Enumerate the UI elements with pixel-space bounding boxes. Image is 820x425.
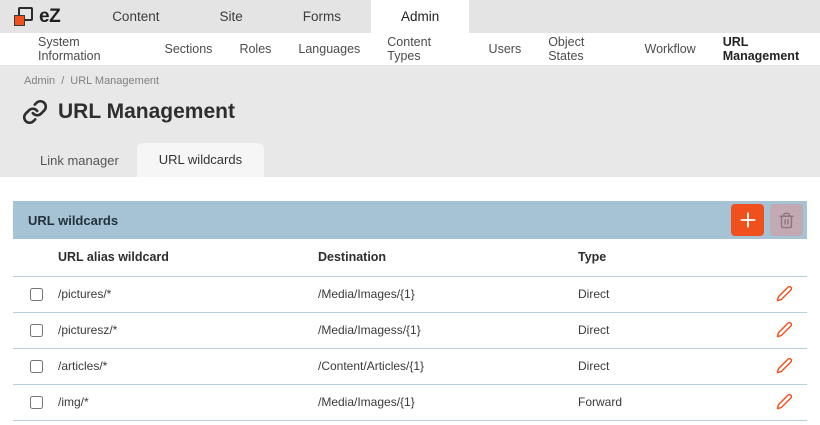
add-wildcard-button[interactable] — [731, 204, 764, 236]
top-nav-forms[interactable]: Forms — [273, 0, 371, 33]
breadcrumb-separator: / — [61, 75, 64, 87]
url-wildcards-table: URL alias wildcard Destination Type /pic… — [13, 239, 807, 421]
edit-pencil-icon[interactable] — [776, 357, 793, 377]
cell-type: Forward — [578, 384, 762, 420]
subnav-roles[interactable]: Roles — [239, 35, 271, 64]
subnav-languages[interactable]: Languages — [298, 35, 360, 64]
table-row: /articles/* /Content/Articles/{1} Direct — [13, 348, 807, 384]
edit-pencil-icon[interactable] — [776, 393, 793, 413]
page-title: URL Management — [58, 100, 235, 124]
top-nav-site[interactable]: Site — [189, 0, 272, 33]
table-row: /img/* /Media/Images/{1} Forward — [13, 384, 807, 420]
edit-pencil-icon[interactable] — [776, 285, 793, 305]
cell-destination: /Content/Articles/{1} — [318, 348, 578, 384]
delete-wildcard-button[interactable] — [770, 204, 803, 236]
logo-text: eZ — [39, 6, 60, 28]
tab-link-manager[interactable]: Link manager — [22, 145, 137, 177]
page-header: Admin / URL Management URL Management Li… — [0, 65, 820, 177]
column-header-type: Type — [578, 239, 762, 276]
ez-logo-icon — [14, 7, 35, 26]
column-header-url-alias-wildcard: URL alias wildcard — [58, 239, 318, 276]
admin-sub-nav: System Information Sections Roles Langua… — [0, 33, 820, 65]
cell-wildcard: /pictures/* — [58, 276, 318, 312]
edit-pencil-icon[interactable] — [776, 321, 793, 341]
subnav-users[interactable]: Users — [489, 35, 522, 64]
cell-destination: /Media/Images/{1} — [318, 384, 578, 420]
trash-icon — [778, 212, 795, 229]
cell-type: Direct — [578, 348, 762, 384]
table-row: /picturesz/* /Media/Imagess/{1} Direct — [13, 312, 807, 348]
link-icon — [22, 99, 48, 125]
actions-column-header — [762, 239, 807, 276]
cell-destination: /Media/Imagess/{1} — [318, 312, 578, 348]
url-wildcards-panel-header: URL wildcards — [13, 201, 807, 239]
table-row: /pictures/* /Media/Images/{1} Direct — [13, 276, 807, 312]
subnav-sections[interactable]: Sections — [164, 35, 212, 64]
tab-url-wildcards[interactable]: URL wildcards — [137, 143, 264, 177]
breadcrumb: Admin / URL Management — [0, 65, 820, 87]
panel-title: URL wildcards — [28, 213, 118, 228]
column-header-destination: Destination — [318, 239, 578, 276]
checkbox-column-header — [13, 239, 58, 276]
breadcrumb-admin[interactable]: Admin — [24, 75, 55, 87]
cell-wildcard: /articles/* — [58, 348, 318, 384]
cell-wildcard: /img/* — [58, 384, 318, 420]
row-checkbox[interactable] — [30, 360, 43, 373]
breadcrumb-current: URL Management — [70, 75, 159, 87]
row-checkbox[interactable] — [30, 288, 43, 301]
main-content: URL wildcards — [0, 177, 820, 425]
row-checkbox[interactable] — [30, 396, 43, 409]
cell-type: Direct — [578, 276, 762, 312]
cell-destination: /Media/Images/{1} — [318, 276, 578, 312]
table-header-row: URL alias wildcard Destination Type — [13, 239, 807, 276]
tab-strip: Link manager URL wildcards — [22, 143, 264, 177]
cell-wildcard: /picturesz/* — [58, 312, 318, 348]
subnav-workflow[interactable]: Workflow — [645, 35, 696, 64]
plus-icon — [738, 210, 758, 230]
row-checkbox[interactable] — [30, 324, 43, 337]
cell-type: Direct — [578, 312, 762, 348]
